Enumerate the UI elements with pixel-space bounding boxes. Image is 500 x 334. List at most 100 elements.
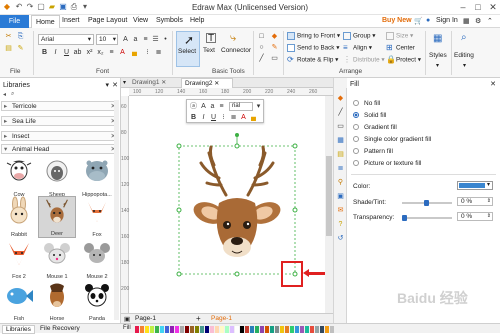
properties-icon[interactable]: ▦ [336,136,345,145]
text-align-icon[interactable]: ≡ [141,35,150,44]
palette-swatch[interactable] [300,326,304,333]
shadow-icon[interactable]: ▭ [270,54,279,63]
highlight-icon[interactable]: ▄ [249,113,258,122]
dropdown-icon[interactable]: ▾ [254,102,263,111]
align-icon[interactable]: ≡ [217,102,226,111]
palette-swatch[interactable] [160,326,164,333]
category-animal-head[interactable]: ▾Animal Head✕ [1,144,119,154]
palette-swatch[interactable] [165,326,169,333]
shape-mouse-2[interactable]: Mouse 2 [78,238,116,280]
palette-swatch[interactable] [260,326,264,333]
text-tool-button[interactable]: T Text [201,31,221,67]
palette-swatch[interactable] [180,326,184,333]
palette-swatch[interactable] [245,326,249,333]
page-tab-active[interactable]: Page-1 [211,315,232,322]
palette-swatch[interactable] [155,326,159,333]
palette-swatch[interactable] [195,326,199,333]
transparency-slider-thumb[interactable] [402,215,407,221]
vertical-scrollbar[interactable] [325,96,333,313]
spinner-icon[interactable]: ⇕ [487,213,491,220]
line-color-icon[interactable]: ✎ [270,43,279,52]
bring-to-front-button[interactable]: Bring to Front ▾ [287,32,340,40]
palette-swatch[interactable] [145,326,149,333]
palette-swatch[interactable] [270,326,274,333]
tab-drawing2[interactable]: Drawing2 ✕ [181,78,233,88]
palette-swatch[interactable] [320,326,324,333]
palette-swatch[interactable] [250,326,254,333]
page-icon[interactable]: ▤ [336,150,345,159]
transparency-input[interactable]: 0 % ⇕ [457,212,493,221]
tabs-menu-icon[interactable]: ▾ [123,79,126,86]
shrink-font-icon[interactable]: a [131,35,140,44]
font-settings-icon[interactable]: ⓐ [189,102,198,111]
transparency-slider[interactable] [402,215,452,221]
font-name-combo[interactable]: Arial ▾ [38,34,94,45]
shape-cow[interactable]: Cow [0,156,38,198]
pin-icon[interactable]: ▾ [105,80,109,91]
line-icon[interactable]: ╱ [257,54,266,63]
hyperlink-icon[interactable]: ⚲ [336,178,345,187]
grow-font-icon[interactable]: A [121,35,130,44]
menu-file[interactable]: File [0,15,29,28]
menu-view[interactable]: View [133,17,148,24]
menu-page-layout[interactable]: Page Layout [88,17,127,24]
maximize-button[interactable]: □ [471,1,485,13]
settings-icon[interactable]: ⚙ [475,17,481,25]
category-terricole[interactable]: ▸Terricole✕ [1,101,119,111]
tab-file-recovery[interactable]: File Recovery [40,325,80,332]
shade-slider[interactable] [402,200,452,206]
cut-icon[interactable]: ✂ [4,32,13,41]
shrink-font-icon[interactable]: a [208,102,217,111]
palette-swatch[interactable] [280,326,284,333]
bold-icon[interactable]: B [40,48,49,57]
palette-swatch[interactable] [170,326,174,333]
tab-drawing1[interactable]: Drawing1 ✕ [129,79,179,88]
option-pattern-fill[interactable]: Pattern fill [353,148,393,155]
palette-swatch[interactable] [220,326,224,333]
bullets-icon[interactable]: ⁝ [219,113,228,122]
send-to-back-button[interactable]: Send to Back ▾ [287,44,339,52]
subscript-icon[interactable]: x₂ [96,48,105,57]
underline-icon[interactable]: U [209,113,218,122]
copy-icon[interactable]: ⎘ [16,32,25,41]
shape-fox[interactable]: Fox [78,196,116,238]
close-button[interactable]: ✕ [486,1,500,13]
shape-horse[interactable]: Horse [38,280,76,322]
palette-swatch[interactable] [295,326,299,333]
ellipse-icon[interactable]: ○ [257,43,266,52]
size-button[interactable]: Size ▾ [386,32,413,40]
palette-swatch[interactable] [135,326,139,333]
rotate-flip-button[interactable]: ⟳ Rotate & Flip ▾ [287,56,338,64]
underline-icon[interactable]: U [62,48,71,57]
palette-swatch[interactable] [190,326,194,333]
line-icon[interactable]: ╱ [336,108,345,117]
palette-swatch[interactable] [140,326,144,333]
page-tab-1[interactable]: Page-1 [135,315,156,322]
shade-input[interactable]: 0 % ⇕ [457,197,493,206]
option-picture-fill[interactable]: Picture or texture fill [353,160,421,167]
option-gradient-fill[interactable]: Gradient fill [353,124,397,131]
shape-mouse-1[interactable]: Mouse 1 [38,238,76,280]
option-solid-fill[interactable]: Solid fill [353,112,386,119]
palette-swatch[interactable] [235,326,239,333]
palette-swatch[interactable] [225,326,229,333]
help-icon[interactable]: ? [336,220,345,229]
palette-swatch[interactable] [255,326,259,333]
numbering-icon[interactable]: ≣ [229,113,238,122]
palette-swatch[interactable] [275,326,279,333]
category-insect[interactable]: ▸Insect✕ [1,131,119,141]
mini-font-combo[interactable]: rial [229,102,253,111]
palette-swatch[interactable] [310,326,314,333]
protect-button[interactable]: 🔒Protect ▾ [386,56,421,64]
italic-icon[interactable]: I [51,48,60,57]
highlight-icon[interactable]: ▄ [130,48,139,57]
add-page-icon[interactable]: + [196,314,201,323]
menu-symbols[interactable]: Symbols [156,17,183,24]
palette-swatch[interactable] [285,326,289,333]
paste-icon[interactable]: ▤ [4,44,13,53]
group-button[interactable]: Group ▾ [343,32,375,40]
palette-swatch[interactable] [230,326,234,333]
menu-insert[interactable]: Insert [62,17,80,24]
styles-button[interactable]: ▦ Styles ▾ [429,32,449,72]
palette-swatch[interactable] [290,326,294,333]
